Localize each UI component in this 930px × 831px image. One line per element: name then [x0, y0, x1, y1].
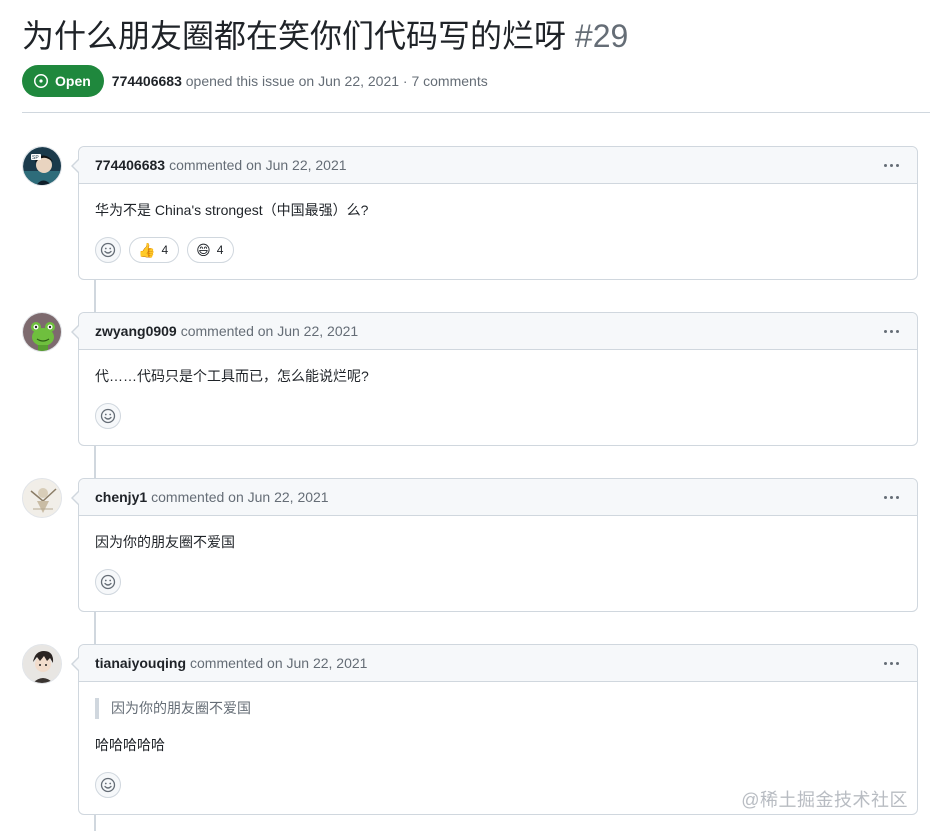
kebab-dot-icon — [890, 495, 893, 499]
add-reaction-button[interactable] — [95, 403, 121, 429]
comment-header: 774406683 commented on Jun 22, 2021 — [79, 147, 917, 184]
reactions-bar — [95, 569, 901, 595]
comment-box: chenjy1 commented on Jun 22, 2021 因为你的朋友… — [71, 478, 918, 612]
comment-text: 哈哈哈哈哈 — [95, 737, 165, 753]
comment-text: 代……代码只是个工具而已，怎么能说烂呢? — [95, 368, 369, 384]
kebab-dot-icon — [890, 163, 893, 167]
comment-text: 华为不是 China's strongest（中国最强）么? — [95, 202, 369, 218]
comment-options-button[interactable] — [882, 321, 901, 341]
reaction-count: 4 — [216, 242, 224, 257]
kebab-dot-icon — [890, 661, 893, 665]
smiley-icon — [100, 242, 116, 258]
add-reaction-button[interactable] — [95, 772, 121, 798]
issue-state-badge: Open — [22, 65, 104, 97]
kebab-dot-icon — [896, 163, 899, 167]
reaction-thumbs-up[interactable]: 👍 4 — [129, 237, 180, 263]
kebab-dot-icon — [884, 163, 887, 167]
issue-title-row: 为什么朋友圈都在笑你们代码写的烂呀 #29 — [22, 14, 920, 58]
avatar[interactable] — [22, 478, 62, 518]
comment-header: zwyang0909 commented on Jun 22, 2021 — [79, 313, 917, 350]
kebab-dot-icon — [896, 661, 899, 665]
reactions-bar: 👍 4 😄 4 — [95, 237, 901, 263]
comment-options-button[interactable] — [882, 653, 901, 673]
reaction-count: 4 — [161, 242, 169, 257]
issue-title: 为什么朋友圈都在笑你们代码写的烂呀 — [22, 18, 567, 54]
comment-box: 774406683 commented on Jun 22, 2021 华为不是… — [71, 146, 918, 280]
smiley-icon — [100, 777, 116, 793]
comment-quote: 因为你的朋友圈不爱国 — [95, 698, 901, 719]
kebab-dot-icon — [896, 495, 899, 499]
user-avatar-icon: SP — [23, 147, 61, 185]
watermark: @稀土掘金技术社区 — [741, 790, 908, 810]
comment-body: 华为不是 China's strongest（中国最强）么? 👍 4 😄 4 — [79, 184, 917, 279]
avatar[interactable] — [22, 644, 62, 684]
issue-state-label: Open — [55, 73, 91, 89]
smiley-icon — [100, 574, 116, 590]
comment-meta[interactable]: commented on Jun 22, 2021 — [181, 323, 358, 339]
reactions-bar — [95, 403, 901, 429]
comment-author[interactable]: zwyang0909 — [95, 323, 177, 339]
avatar[interactable]: SP — [22, 146, 62, 186]
add-reaction-button[interactable] — [95, 569, 121, 595]
frog-avatar-icon — [23, 313, 61, 351]
comment-author[interactable]: 774406683 — [95, 157, 165, 173]
laugh-icon: 😄 — [196, 242, 211, 258]
issue-number: #29 — [574, 18, 629, 54]
sketch-avatar-icon — [23, 479, 61, 517]
svg-text:SP: SP — [32, 155, 39, 161]
comment-text: 因为你的朋友圈不爱国 — [95, 534, 235, 550]
comment-body: 代……代码只是个工具而已，怎么能说烂呢? — [79, 350, 917, 445]
kebab-dot-icon — [884, 329, 887, 333]
kebab-dot-icon — [884, 661, 887, 665]
issue-opened-text: opened this issue on Jun 22, 2021 · 7 co… — [185, 73, 488, 89]
comment-author[interactable]: chenjy1 — [95, 489, 147, 505]
kebab-dot-icon — [890, 329, 893, 333]
comment-body: 因为你的朋友圈不爱国 — [79, 516, 917, 611]
smiley-icon — [100, 408, 116, 424]
comment-meta[interactable]: commented on Jun 22, 2021 — [151, 489, 328, 505]
comment-options-button[interactable] — [882, 487, 901, 507]
comment-box: zwyang0909 commented on Jun 22, 2021 代……… — [71, 312, 918, 446]
add-reaction-button[interactable] — [95, 237, 121, 263]
avatar[interactable] — [22, 312, 62, 352]
comment-options-button[interactable] — [882, 155, 901, 175]
issue-author-link[interactable]: 774406683 — [112, 73, 182, 89]
header-divider — [22, 112, 930, 113]
comment-meta[interactable]: commented on Jun 22, 2021 — [169, 157, 346, 173]
reaction-laugh[interactable]: 😄 4 — [187, 237, 235, 263]
issue-meta-text: 774406683 opened this issue on Jun 22, 2… — [112, 73, 488, 89]
comment-header: chenjy1 commented on Jun 22, 2021 — [79, 479, 917, 516]
anime-avatar-icon — [23, 645, 61, 683]
issue-opened-icon — [34, 74, 48, 88]
comment-header: tianaiyouqing commented on Jun 22, 2021 — [79, 645, 917, 682]
kebab-dot-icon — [896, 329, 899, 333]
comment-author[interactable]: tianaiyouqing — [95, 655, 186, 671]
thumbs-up-icon: 👍 — [138, 242, 156, 258]
issue-meta: Open 774406683 opened this issue on Jun … — [22, 65, 488, 97]
kebab-dot-icon — [884, 495, 887, 499]
comment-meta[interactable]: commented on Jun 22, 2021 — [190, 655, 367, 671]
